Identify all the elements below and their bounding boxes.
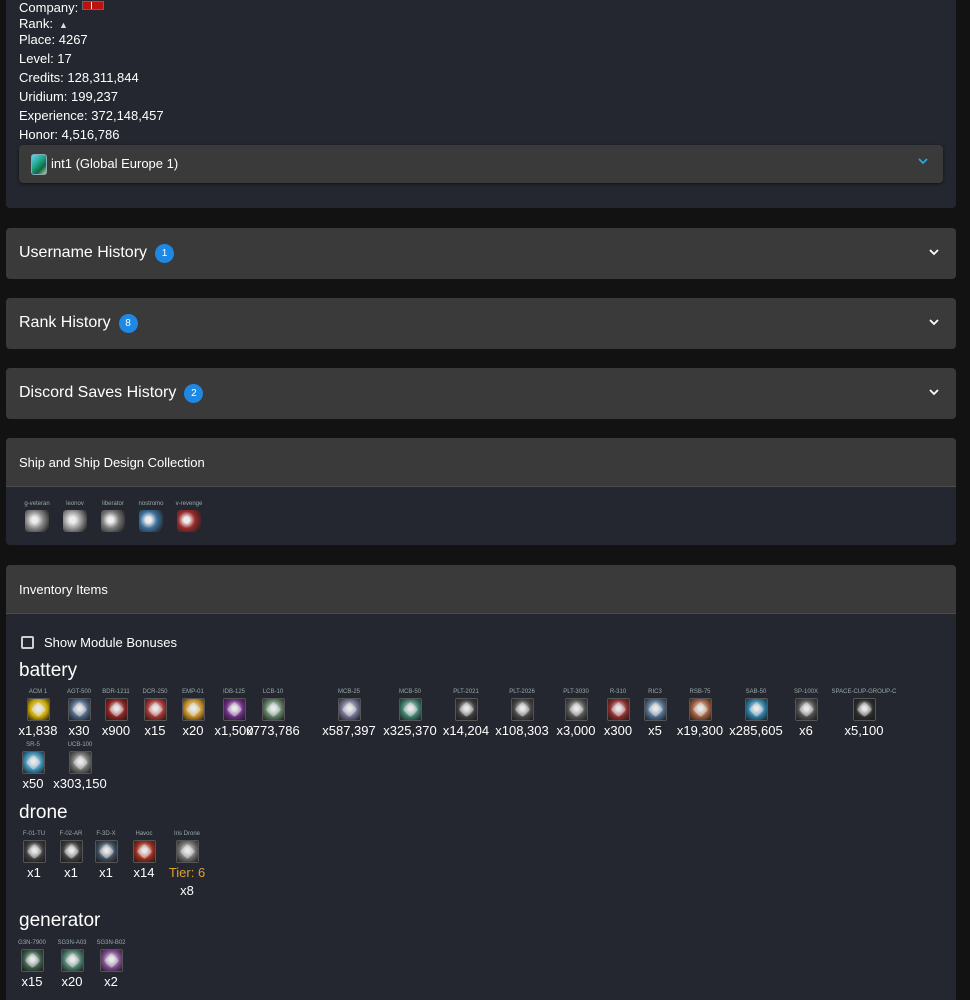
credits-text: Credits: 128,311,844 (19, 70, 139, 85)
level-text: Level: 17 (19, 51, 72, 66)
category-drone-title: drone (19, 802, 68, 823)
username-history-panel[interactable]: Username History 1 (6, 228, 956, 279)
ship-image-icon (177, 510, 201, 532)
item-quantity: x5,100 (844, 723, 884, 738)
ship-v-revenge[interactable]: v-revenge (172, 501, 206, 532)
show-module-bonuses-label: Show Module Bonuses (44, 635, 177, 650)
category-battery-title: battery (19, 660, 78, 681)
username-history-label: Username History (19, 244, 148, 261)
discord-saves-history-title: Discord Saves History 2 (19, 384, 204, 403)
item-label: UCB-100 (67, 742, 93, 748)
username-history-badge: 1 (155, 244, 175, 263)
item-quantity: x8 (180, 883, 194, 898)
ship-label: g-veteran (24, 501, 50, 507)
ship-image-icon (101, 510, 125, 532)
ship-nostromo[interactable]: nostromo (134, 501, 168, 532)
item-quantity: x303,150 (53, 776, 107, 791)
inventory-item-ucb-100[interactable]: UCB-100 x303,150 (35, 741, 125, 792)
ship-collection-header: Ship and Ship Design Collection (6, 438, 956, 487)
rank-history-title: Rank History 8 (19, 314, 138, 333)
server-icon (31, 154, 47, 175)
discord-saves-history-label: Discord Saves History (19, 384, 177, 401)
item-label: SG3N-B02 (96, 940, 126, 946)
username-history-title: Username History 1 (19, 244, 175, 263)
chevron-down-icon (929, 249, 939, 256)
item-label: SPACE-CUP-GROUP-C (831, 689, 897, 695)
item-icon (398, 698, 422, 721)
item-icon (68, 751, 92, 774)
item-icon (852, 698, 876, 721)
chevron-down-icon (929, 389, 939, 396)
uridium-text: Uridium: 199,237 (19, 89, 118, 104)
ship-label: v-revenge (175, 501, 203, 507)
ship-collection-card: Ship and Ship Design Collection g-vetera… (6, 438, 956, 545)
inventory-item-iris-drone[interactable]: Iris Drone Tier: 6 x8 (142, 830, 232, 899)
ship-g-veteran[interactable]: g-veteran (20, 501, 54, 532)
inventory-item-space-cup-group-c[interactable]: SPACE-CUP-GROUP-C x5,100 (819, 688, 909, 739)
ship-image-icon (63, 510, 87, 532)
ship-image-icon (25, 510, 49, 532)
ship-collection-title: Ship and Ship Design Collection (19, 455, 205, 470)
item-icon (99, 949, 123, 972)
item-icon (337, 698, 361, 721)
item-label: Iris Drone (173, 831, 200, 837)
rank-history-badge: 8 (118, 314, 138, 333)
ship-liberator[interactable]: liberator (96, 501, 130, 532)
inventory-title: Inventory Items (19, 582, 108, 597)
discord-saves-history-badge: 2 (184, 384, 204, 403)
discord-saves-history-panel[interactable]: Discord Saves History 2 (6, 368, 956, 419)
server-text: int1 (Global Europe 1) (51, 156, 179, 171)
ship-label: nostromo (138, 501, 164, 507)
item-quantity: x2 (104, 974, 118, 989)
rank-row: Rank: ▲ (19, 16, 69, 33)
company-flag-icon (82, 1, 105, 10)
chevron-down-icon (918, 158, 928, 165)
category-generator-title: generator (19, 910, 101, 931)
inventory-card: Inventory Items Show Module Bonuses batt… (6, 565, 956, 1000)
rank-history-panel[interactable]: Rank History 8 (6, 298, 956, 349)
item-tier: Tier: 6 (168, 865, 206, 880)
item-icon (261, 698, 285, 721)
place-text: Place: 4267 (19, 32, 88, 47)
honor-text: Honor: 4,516,786 (19, 127, 120, 142)
item-icon (175, 840, 199, 863)
ship-image-icon (139, 510, 163, 532)
server-select[interactable]: int1 (Global Europe 1) (19, 145, 943, 183)
item-icon (454, 698, 478, 721)
chevron-down-icon (929, 319, 939, 326)
rank-label: Rank: (19, 16, 53, 31)
rank-icon: ▲ (58, 20, 68, 30)
ship-leonov[interactable]: leonov (58, 501, 92, 532)
item-icon (688, 698, 712, 721)
rank-history-label: Rank History (19, 314, 111, 331)
profile-card: Company: Rank: ▲ Place: 4267 Level: 17 Cr… (6, 0, 956, 208)
company-label: Company: (19, 0, 79, 15)
company-row: Company: (19, 0, 105, 16)
inventory-header: Inventory Items (6, 565, 956, 614)
show-module-bonuses-checkbox[interactable] (21, 636, 34, 649)
inventory-item-sg3n-b02[interactable]: SG3N-B02 x2 (66, 939, 156, 990)
ship-label: liberator (102, 501, 124, 507)
item-icon (794, 698, 818, 721)
ship-label: leonov (66, 501, 84, 507)
experience-text: Experience: 372,148,457 (19, 108, 164, 123)
